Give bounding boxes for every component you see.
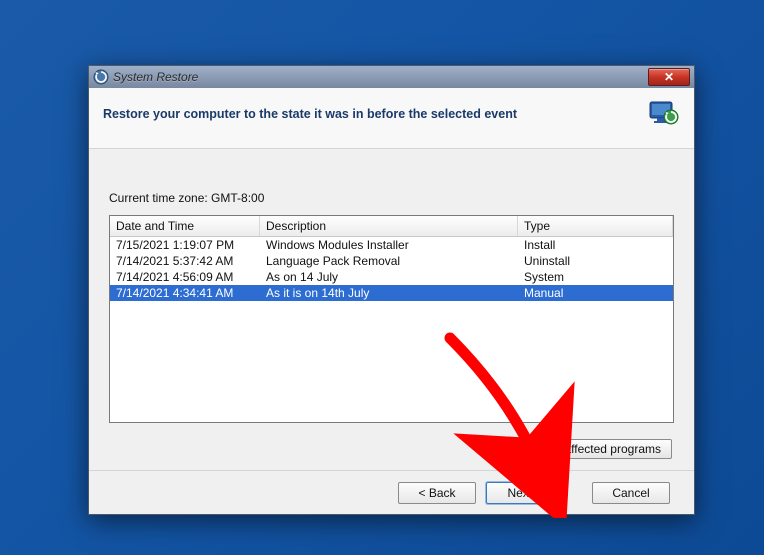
window-title: System Restore bbox=[113, 70, 198, 84]
cell-description: As it is on 14th July bbox=[260, 285, 518, 301]
cell-type: System bbox=[518, 269, 673, 285]
cell-datetime: 7/14/2021 4:34:41 AM bbox=[110, 285, 260, 301]
column-header-type[interactable]: Type bbox=[518, 216, 673, 236]
system-restore-icon bbox=[93, 69, 109, 85]
restore-point-row[interactable]: 7/14/2021 4:56:09 AMAs on 14 JulySystem bbox=[110, 269, 673, 285]
page-heading: Restore your computer to the state it wa… bbox=[103, 107, 517, 121]
cell-description: Windows Modules Installer bbox=[260, 237, 518, 253]
cancel-button[interactable]: Cancel bbox=[592, 482, 670, 504]
wizard-body: Current time zone: GMT-8:00 Date and Tim… bbox=[89, 149, 694, 459]
next-button[interactable]: Next > bbox=[486, 482, 564, 504]
cell-type: Uninstall bbox=[518, 253, 673, 269]
wizard-header: Restore your computer to the state it wa… bbox=[89, 88, 694, 149]
restore-point-row[interactable]: 7/14/2021 4:34:41 AMAs it is on 14th Jul… bbox=[110, 285, 673, 301]
restore-point-row[interactable]: 7/14/2021 5:37:42 AMLanguage Pack Remova… bbox=[110, 253, 673, 269]
cell-description: Language Pack Removal bbox=[260, 253, 518, 269]
list-body: 7/15/2021 1:19:07 PMWindows Modules Inst… bbox=[110, 237, 673, 301]
cell-type: Install bbox=[518, 237, 673, 253]
restore-point-row[interactable]: 7/15/2021 1:19:07 PMWindows Modules Inst… bbox=[110, 237, 673, 253]
restore-points-list[interactable]: Date and Time Description Type 7/15/2021… bbox=[109, 215, 674, 423]
cell-description: As on 14 July bbox=[260, 269, 518, 285]
close-icon: ✕ bbox=[664, 70, 674, 84]
timezone-label: Current time zone: GMT-8:00 bbox=[109, 191, 674, 205]
cell-datetime: 7/14/2021 5:37:42 AM bbox=[110, 253, 260, 269]
close-button[interactable]: ✕ bbox=[648, 68, 690, 86]
cell-datetime: 7/14/2021 4:56:09 AM bbox=[110, 269, 260, 285]
cell-datetime: 7/15/2021 1:19:07 PM bbox=[110, 237, 260, 253]
monitor-restore-icon bbox=[648, 98, 680, 130]
titlebar[interactable]: System Restore ✕ bbox=[89, 66, 694, 88]
scan-affected-programs-button[interactable]: Scan for affected programs bbox=[505, 439, 672, 459]
wizard-footer: < Back Next > Cancel bbox=[89, 470, 694, 514]
cell-type: Manual bbox=[518, 285, 673, 301]
column-header-description[interactable]: Description bbox=[260, 216, 518, 236]
system-restore-window: System Restore ✕ Restore your computer t… bbox=[88, 65, 695, 515]
column-header-datetime[interactable]: Date and Time bbox=[110, 216, 260, 236]
back-button[interactable]: < Back bbox=[398, 482, 476, 504]
list-header[interactable]: Date and Time Description Type bbox=[110, 216, 673, 237]
